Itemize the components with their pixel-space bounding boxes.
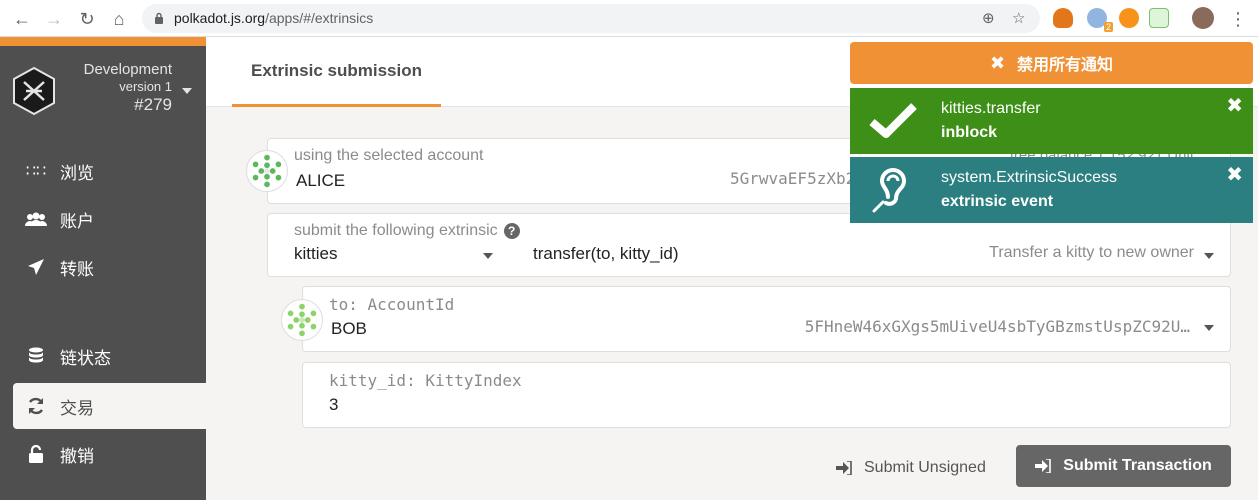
sidebar-item-label: 浏览 (60, 163, 94, 183)
extrinsic-label: submit the following extrinsic (294, 222, 498, 239)
metamask-icon[interactable] (1053, 8, 1073, 28)
sidebar: Development version 1 #279 ∷∷ 浏览 账户 转账 链… (0, 37, 206, 500)
account-name: ALICE (296, 171, 346, 190)
param-to-label: to: AccountId (329, 295, 455, 314)
sidebar-item-label: 交易 (60, 398, 94, 418)
checkmark-icon (869, 103, 917, 138)
address-bar[interactable]: polkadot.js.org/apps/#/extrinsics ⊕ ☆ (142, 4, 1040, 33)
url-host: polkadot.js.org (174, 10, 266, 26)
dismiss-all-label: 禁用所有通知 (1017, 57, 1114, 74)
grid-icon: ∷∷ (25, 163, 47, 180)
param-to-address: 5FHneW46xGXgs5mUiveU4sbTyGBzmstUspZC92U… (804, 317, 1190, 336)
submit-unsigned-label: Submit Unsigned (864, 459, 986, 476)
sidebar-item-chainstate[interactable]: 链状态 (13, 333, 206, 379)
reload-icon[interactable]: ↻ (74, 6, 100, 32)
notification-title: system.ExtrinsicSuccess (941, 169, 1118, 186)
extrinsic-description: Transfer a kitty to new owner (989, 244, 1194, 261)
param-kitty-id-label: kitty_id: KittyIndex (329, 371, 522, 390)
param-kitty-id-field[interactable]: kitty_id: KittyIndex 3 (302, 362, 1231, 428)
polkadot-logo-icon[interactable] (12, 66, 56, 116)
chevron-down-icon[interactable] (483, 253, 493, 259)
zoom-icon[interactable]: ⊕ (982, 9, 995, 27)
notification-extrinsic-success: system.ExtrinsicSuccess extrinsic event … (850, 157, 1253, 223)
chevron-down-icon[interactable] (182, 88, 192, 94)
bob-identicon-icon (281, 299, 323, 341)
unlock-icon (24, 445, 48, 463)
back-icon[interactable]: ← (9, 6, 35, 32)
submit-transaction-button[interactable]: Submit Transaction (1016, 445, 1231, 487)
notification-title: kitties.transfer (941, 100, 1041, 117)
param-to-value: BOB (331, 319, 367, 338)
sidebar-item-transfer[interactable]: 转账 (13, 244, 206, 290)
url-text: polkadot.js.org/apps/#/extrinsics (174, 10, 373, 26)
notification-status: inblock (941, 124, 998, 141)
sidebar-item-explorer[interactable]: ∷∷ 浏览 (13, 148, 206, 194)
notification-status: extrinsic event (941, 193, 1054, 210)
users-icon (24, 212, 48, 226)
url-path: /apps/#/extrinsics (265, 10, 374, 26)
param-to-field[interactable]: to: AccountId BOB 5FHneW46xGXgs5mUiveU4s… (302, 286, 1231, 352)
assistive-listening-icon (872, 168, 907, 213)
extension-badge: 2 (1103, 22, 1113, 32)
help-icon[interactable]: ? (503, 223, 520, 239)
tab-extrinsic-submission[interactable]: Extrinsic submission (232, 37, 441, 107)
chain-name[interactable]: Development (84, 62, 172, 78)
sidebar-item-label: 链状态 (60, 348, 111, 368)
forward-icon[interactable]: → (41, 6, 67, 32)
close-icon[interactable]: ✖ (1226, 162, 1243, 187)
notification-inblock: kitties.transfer inblock ✖ (850, 88, 1253, 154)
sync-icon (24, 397, 48, 415)
submit-transaction-label: Submit Transaction (1063, 457, 1212, 474)
account-label: using the selected account (294, 147, 484, 164)
sidebar-item-label: 账户 (60, 211, 94, 231)
sidebar-item-label: 撤销 (60, 446, 94, 466)
sidebar-item-sudo[interactable]: 撤销 (13, 431, 206, 477)
send-icon (24, 258, 48, 276)
profile-avatar[interactable] (1192, 7, 1214, 29)
lock-icon (155, 12, 163, 24)
extrinsic-method[interactable]: transfer(to, kitty_id) (533, 244, 679, 264)
sidebar-item-extrinsics[interactable]: 交易 (13, 383, 206, 429)
sidebar-item-label: 转账 (60, 259, 94, 279)
chain-block-number: #279 (134, 95, 172, 114)
close-icon[interactable]: ✖ (1226, 93, 1243, 118)
bitcoin-icon[interactable] (1119, 8, 1139, 28)
dismiss-all-notifications-button[interactable]: ✖ 禁用所有通知 (850, 42, 1253, 84)
extension-icon[interactable]: 2 (1087, 8, 1113, 32)
home-icon[interactable]: ⌂ (106, 6, 132, 32)
close-icon: ✖ (989, 52, 1006, 73)
param-kitty-id-value[interactable]: 3 (329, 395, 338, 415)
sidebar-item-accounts[interactable]: 账户 (13, 196, 206, 242)
sign-in-icon (1035, 459, 1052, 473)
alice-identicon-icon (246, 150, 288, 192)
more-menu-icon[interactable]: ⋮ (1225, 6, 1251, 32)
chevron-down-icon[interactable] (1204, 253, 1214, 259)
browser-toolbar: ← → ↻ ⌂ polkadot.js.org/apps/#/extrinsic… (0, 0, 1258, 37)
extrinsic-label-row: submit the following extrinsic ? (294, 222, 520, 240)
sign-in-icon (836, 461, 852, 475)
chevron-down-icon[interactable] (1204, 325, 1214, 331)
star-icon[interactable]: ☆ (1012, 9, 1025, 27)
submit-unsigned-button[interactable]: Submit Unsigned (836, 454, 986, 482)
translate-icon[interactable] (1149, 8, 1169, 28)
chain-version: version 1 (119, 79, 172, 94)
database-icon (24, 347, 48, 365)
extrinsic-module[interactable]: kitties (294, 244, 337, 264)
